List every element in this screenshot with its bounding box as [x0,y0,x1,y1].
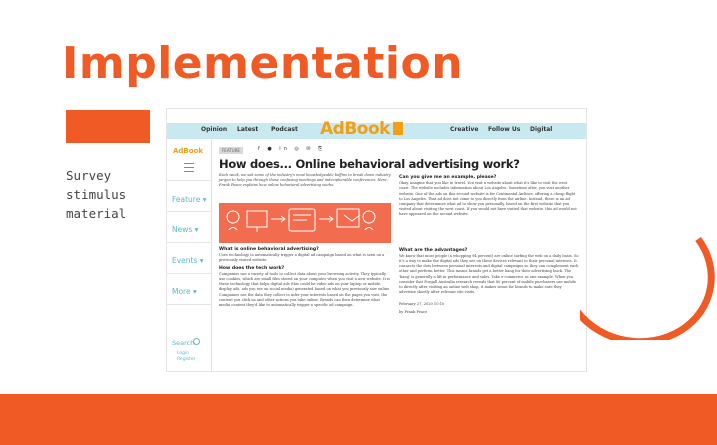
nav-link-podcast[interactable]: Podcast [271,126,298,133]
article-right-column: Can you give me an example, please? Okay… [399,173,579,317]
divider [167,304,211,305]
site-logo[interactable]: AdBook [320,119,403,139]
website-screenshot: Opinion Latest Podcast Creative Follow U… [166,108,587,372]
section-heading: What are the advantages? [399,247,468,253]
sidebar-logo[interactable]: AdBook [173,147,203,155]
sidebar-item-more[interactable]: More ▾ [172,287,197,296]
share-icons[interactable]: f ● in ◎ ✉ ⎘ [258,146,325,152]
nav-link-creative[interactable]: Creative [450,126,478,133]
article-left-column: Each week, we ask some of the industry's… [219,173,391,191]
sidebar-search[interactable]: Search [172,339,194,347]
section-text: Companies use a variety of tools to coll… [219,271,391,308]
article-byline: by Frank Peace [399,309,428,314]
sidebar-item-news[interactable]: News ▾ [172,225,198,234]
section-text: Okay, imagine that you like to travel. Y… [399,181,577,217]
divider [167,211,211,212]
nav-link-opinion[interactable]: Opinion [201,126,227,133]
feature-badge: FEATURE [219,147,243,154]
bottom-band [0,394,717,445]
menu-icon[interactable] [184,163,194,172]
site-sidebar: AdBook Feature ▾ News ▾ Events ▾ More ▾ … [167,139,212,371]
search-icon[interactable] [193,338,200,345]
accent-bar [66,110,150,143]
article-left-sections: What is online behavioral advertising? U… [219,245,391,310]
divider [167,273,211,274]
arc-shape [580,210,717,340]
slide-title: Implementation [62,38,464,89]
caption: Survey stimulus material [66,166,126,223]
sidebar-item-events[interactable]: Events ▾ [172,256,204,265]
nav-link-follow-us[interactable]: Follow Us [488,126,520,133]
nav-link-latest[interactable]: Latest [237,126,258,133]
caption-line: material [66,206,127,221]
article-illustration [219,203,391,243]
section-heading: How does the tech work? [219,265,285,271]
section-heading: Can you give me an example, please? [399,175,497,180]
book-icon [392,122,403,135]
decorative-arc [580,210,717,340]
article-intro: Each week, we ask some of the industry's… [219,173,391,188]
sidebar-login[interactable]: Login Register [177,351,205,363]
divider [167,180,211,181]
section-text: Uses technology to automatically trigger… [219,253,385,263]
caption-line: stimulus [66,187,127,202]
divider [167,242,211,243]
article-dateline: February 27, 2020 10:10 [399,302,445,307]
section-text: We know that most people (a whopping 94 … [399,253,579,295]
nav-link-digital[interactable]: Digital [530,126,552,133]
sidebar-item-feature[interactable]: Feature ▾ [172,195,207,204]
section-heading: What is online behavioral advertising? [219,247,319,252]
site-logo-text: AdBook [320,119,390,139]
caption-line: Survey [66,168,112,183]
article-headline: How does... Online behavioral advertisin… [219,157,520,171]
